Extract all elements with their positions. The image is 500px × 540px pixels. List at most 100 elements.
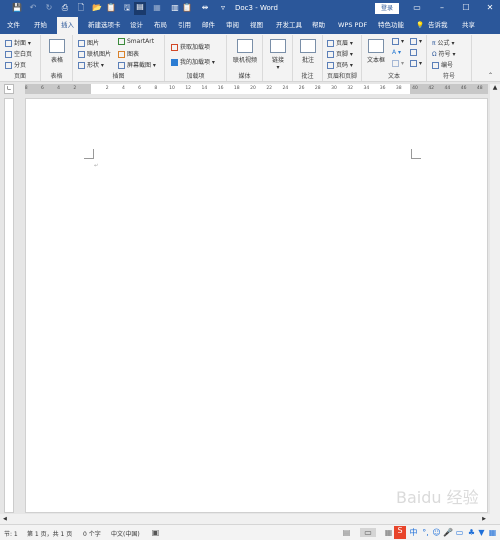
undo-icon[interactable]: ↶ — [28, 3, 38, 13]
tab-file[interactable]: 文件 — [3, 17, 24, 34]
punctuation-icon[interactable]: °, — [421, 528, 430, 537]
date-time-icon[interactable] — [410, 49, 419, 56]
save-icon[interactable]: 💾 — [12, 3, 22, 13]
signature-line-icon[interactable]: ▾ — [410, 38, 422, 45]
spacing-icon[interactable]: ⇹ — [200, 3, 210, 13]
tab-review[interactable]: 审阅 — [222, 17, 243, 34]
redo-icon[interactable]: ↻ — [44, 3, 54, 13]
page-indicator[interactable]: 第 1 页，共 1 页 — [27, 529, 72, 538]
online-pictures-button[interactable]: 联机图片 — [78, 49, 111, 58]
columns-icon[interactable]: ▥ — [170, 3, 180, 13]
tell-me-search[interactable]: 告诉我 — [424, 17, 452, 34]
vertical-ruler[interactable] — [4, 98, 14, 513]
tab-references[interactable]: 引用 — [174, 17, 195, 34]
menu-icon[interactable]: ▦ — [488, 528, 497, 537]
equation-button[interactable]: π 公式 ▾ — [432, 38, 454, 47]
page-break-button[interactable]: 分页 — [5, 60, 26, 69]
word-count[interactable]: 0 个字 — [83, 529, 101, 538]
group-text: 文本框 ▾ A ▾ ▾ ▾ ▾ 文本 — [362, 35, 427, 81]
new-document-icon[interactable]: 🗋 — [76, 3, 86, 13]
tab-new[interactable]: 新建选项卡 — [84, 17, 125, 34]
symbol-button[interactable]: Ω 符号 ▾ — [432, 49, 455, 58]
toolbox-icon[interactable]: ♣ — [467, 528, 476, 537]
print-preview-icon[interactable]: ⎙ — [60, 3, 70, 13]
horizontal-scrollbar[interactable]: ◀ ▶ — [0, 514, 500, 524]
sogou-ime-icon[interactable]: S — [394, 526, 406, 539]
language-indicator[interactable]: 中文(中国) — [111, 529, 140, 538]
tab-design[interactable]: 设计 — [126, 17, 147, 34]
tab-wps-pdf[interactable]: WPS PDF — [334, 17, 371, 34]
group-links: 链接 ▾ — [263, 35, 293, 81]
read-mode-icon[interactable]: ▤ — [342, 528, 351, 537]
object-icon[interactable]: ▾ — [410, 60, 422, 67]
tab-features[interactable]: 特色功能 — [374, 17, 408, 34]
page-number-button[interactable]: 页码 ▾ — [327, 60, 353, 69]
numbering-button[interactable]: 编号 — [432, 60, 453, 69]
smartart-button[interactable]: SmartArt — [118, 38, 154, 45]
open-icon[interactable]: 📂 — [92, 3, 102, 13]
minimize-button[interactable]: – — [437, 3, 447, 13]
get-addins-button[interactable]: 获取加载项 — [171, 42, 210, 51]
pictures-button[interactable]: 图片 — [78, 38, 99, 47]
ruler-tick: 16 — [217, 86, 224, 91]
margin-marker-top-right — [411, 149, 421, 159]
ruler-tick: 2 — [105, 86, 109, 91]
paragraph-mark: ↵ — [94, 163, 99, 169]
emoji-icon[interactable]: ☺ — [432, 528, 441, 537]
group-label: 插图 — [112, 73, 125, 80]
save-as-icon[interactable]: 🖫 — [122, 3, 132, 13]
web-layout-icon[interactable]: ▦ — [384, 528, 393, 537]
tab-mailings[interactable]: 邮件 — [198, 17, 219, 34]
print-layout-icon[interactable]: ▭ — [360, 528, 376, 537]
login-button[interactable]: 登录 — [375, 3, 399, 14]
group-addins: 获取加载项 我的加载项 ▾ 加载项 — [165, 35, 227, 81]
drop-cap-icon[interactable]: ▾ — [392, 60, 404, 67]
header-button[interactable]: 页眉 ▾ — [327, 38, 353, 47]
macro-record-icon[interactable]: ▣ — [151, 528, 160, 537]
clipboard-icon[interactable]: 📋 — [182, 3, 192, 13]
tab-developer[interactable]: 开发工具 — [272, 17, 306, 34]
online-video-button[interactable]: 联机视频 — [229, 39, 261, 64]
ruler-tick: 8 — [154, 86, 158, 91]
maximize-button[interactable]: ☐ — [461, 3, 471, 13]
customize-qa-icon[interactable]: ▿ — [218, 3, 228, 13]
tab-home[interactable]: 开始 — [30, 17, 51, 34]
microphone-icon[interactable]: 🎤 — [443, 528, 453, 537]
skin-icon[interactable]: ▼ — [477, 528, 486, 537]
my-addins-button[interactable]: 我的加载项 ▾ — [171, 57, 215, 66]
chart-button[interactable]: 图表 — [118, 49, 139, 58]
tab-stop-selector[interactable]: ∟ — [4, 84, 14, 94]
comment-button[interactable]: 批注 — [296, 39, 320, 64]
wordart-icon[interactable]: A ▾ — [392, 49, 401, 56]
document-page[interactable]: ↵ Baidu 经验 — [25, 98, 488, 513]
ruler-tick: 10 — [169, 86, 175, 91]
table-button[interactable]: 表格 — [47, 39, 67, 64]
section-indicator[interactable]: 节: 1 — [4, 529, 18, 538]
footer-button[interactable]: 页脚 ▾ — [327, 49, 353, 58]
screenshot-button[interactable]: 屏幕截图 ▾ — [118, 60, 156, 69]
cover-page-button[interactable]: 封面 ▾ — [5, 38, 31, 47]
quick-parts-icon[interactable]: ▾ — [392, 38, 404, 45]
horizontal-ruler[interactable]: 8 6 4 2 2 4 6 8 10 12 14 16 18 20 22 24 26 28 30 32 34 36 38 40… — [25, 84, 488, 94]
text-box-button[interactable]: 文本框 — [364, 39, 388, 64]
paste-icon[interactable]: 📋 — [106, 3, 116, 13]
ime-language[interactable]: 中 — [409, 528, 418, 537]
layout-icon[interactable]: ▦ — [152, 3, 162, 13]
close-button[interactable]: ✕ — [485, 3, 495, 13]
group-label: 页眉和页脚 — [326, 73, 357, 80]
share-button[interactable]: 共享 — [458, 17, 479, 34]
tab-help[interactable]: 帮助 — [308, 17, 329, 34]
tab-insert[interactable]: 插入 — [57, 17, 78, 34]
shapes-button[interactable]: 形状 ▾ — [78, 60, 104, 69]
link-button[interactable]: 链接 ▾ — [267, 39, 289, 71]
vertical-scrollbar[interactable]: ▲ — [490, 84, 500, 515]
blank-page-button[interactable]: 空白页 — [5, 49, 32, 58]
read-mode-icon[interactable]: ▤ — [134, 2, 146, 15]
ruler-tick: 8 — [24, 86, 28, 91]
keyboard-icon[interactable]: ▭ — [455, 528, 464, 537]
collapse-ribbon-icon[interactable]: ⌃ — [488, 72, 493, 79]
ribbon-display-icon[interactable]: ▭ — [412, 3, 422, 13]
title-bar: 💾 ↶ ↻ ⎙ 🗋 📂 📋 🖫 ▤ ▦ ▥ 📋 ⇹ ▿ Doc3 - Word … — [0, 0, 500, 17]
tab-layout[interactable]: 布局 — [150, 17, 171, 34]
tab-view[interactable]: 视图 — [246, 17, 267, 34]
